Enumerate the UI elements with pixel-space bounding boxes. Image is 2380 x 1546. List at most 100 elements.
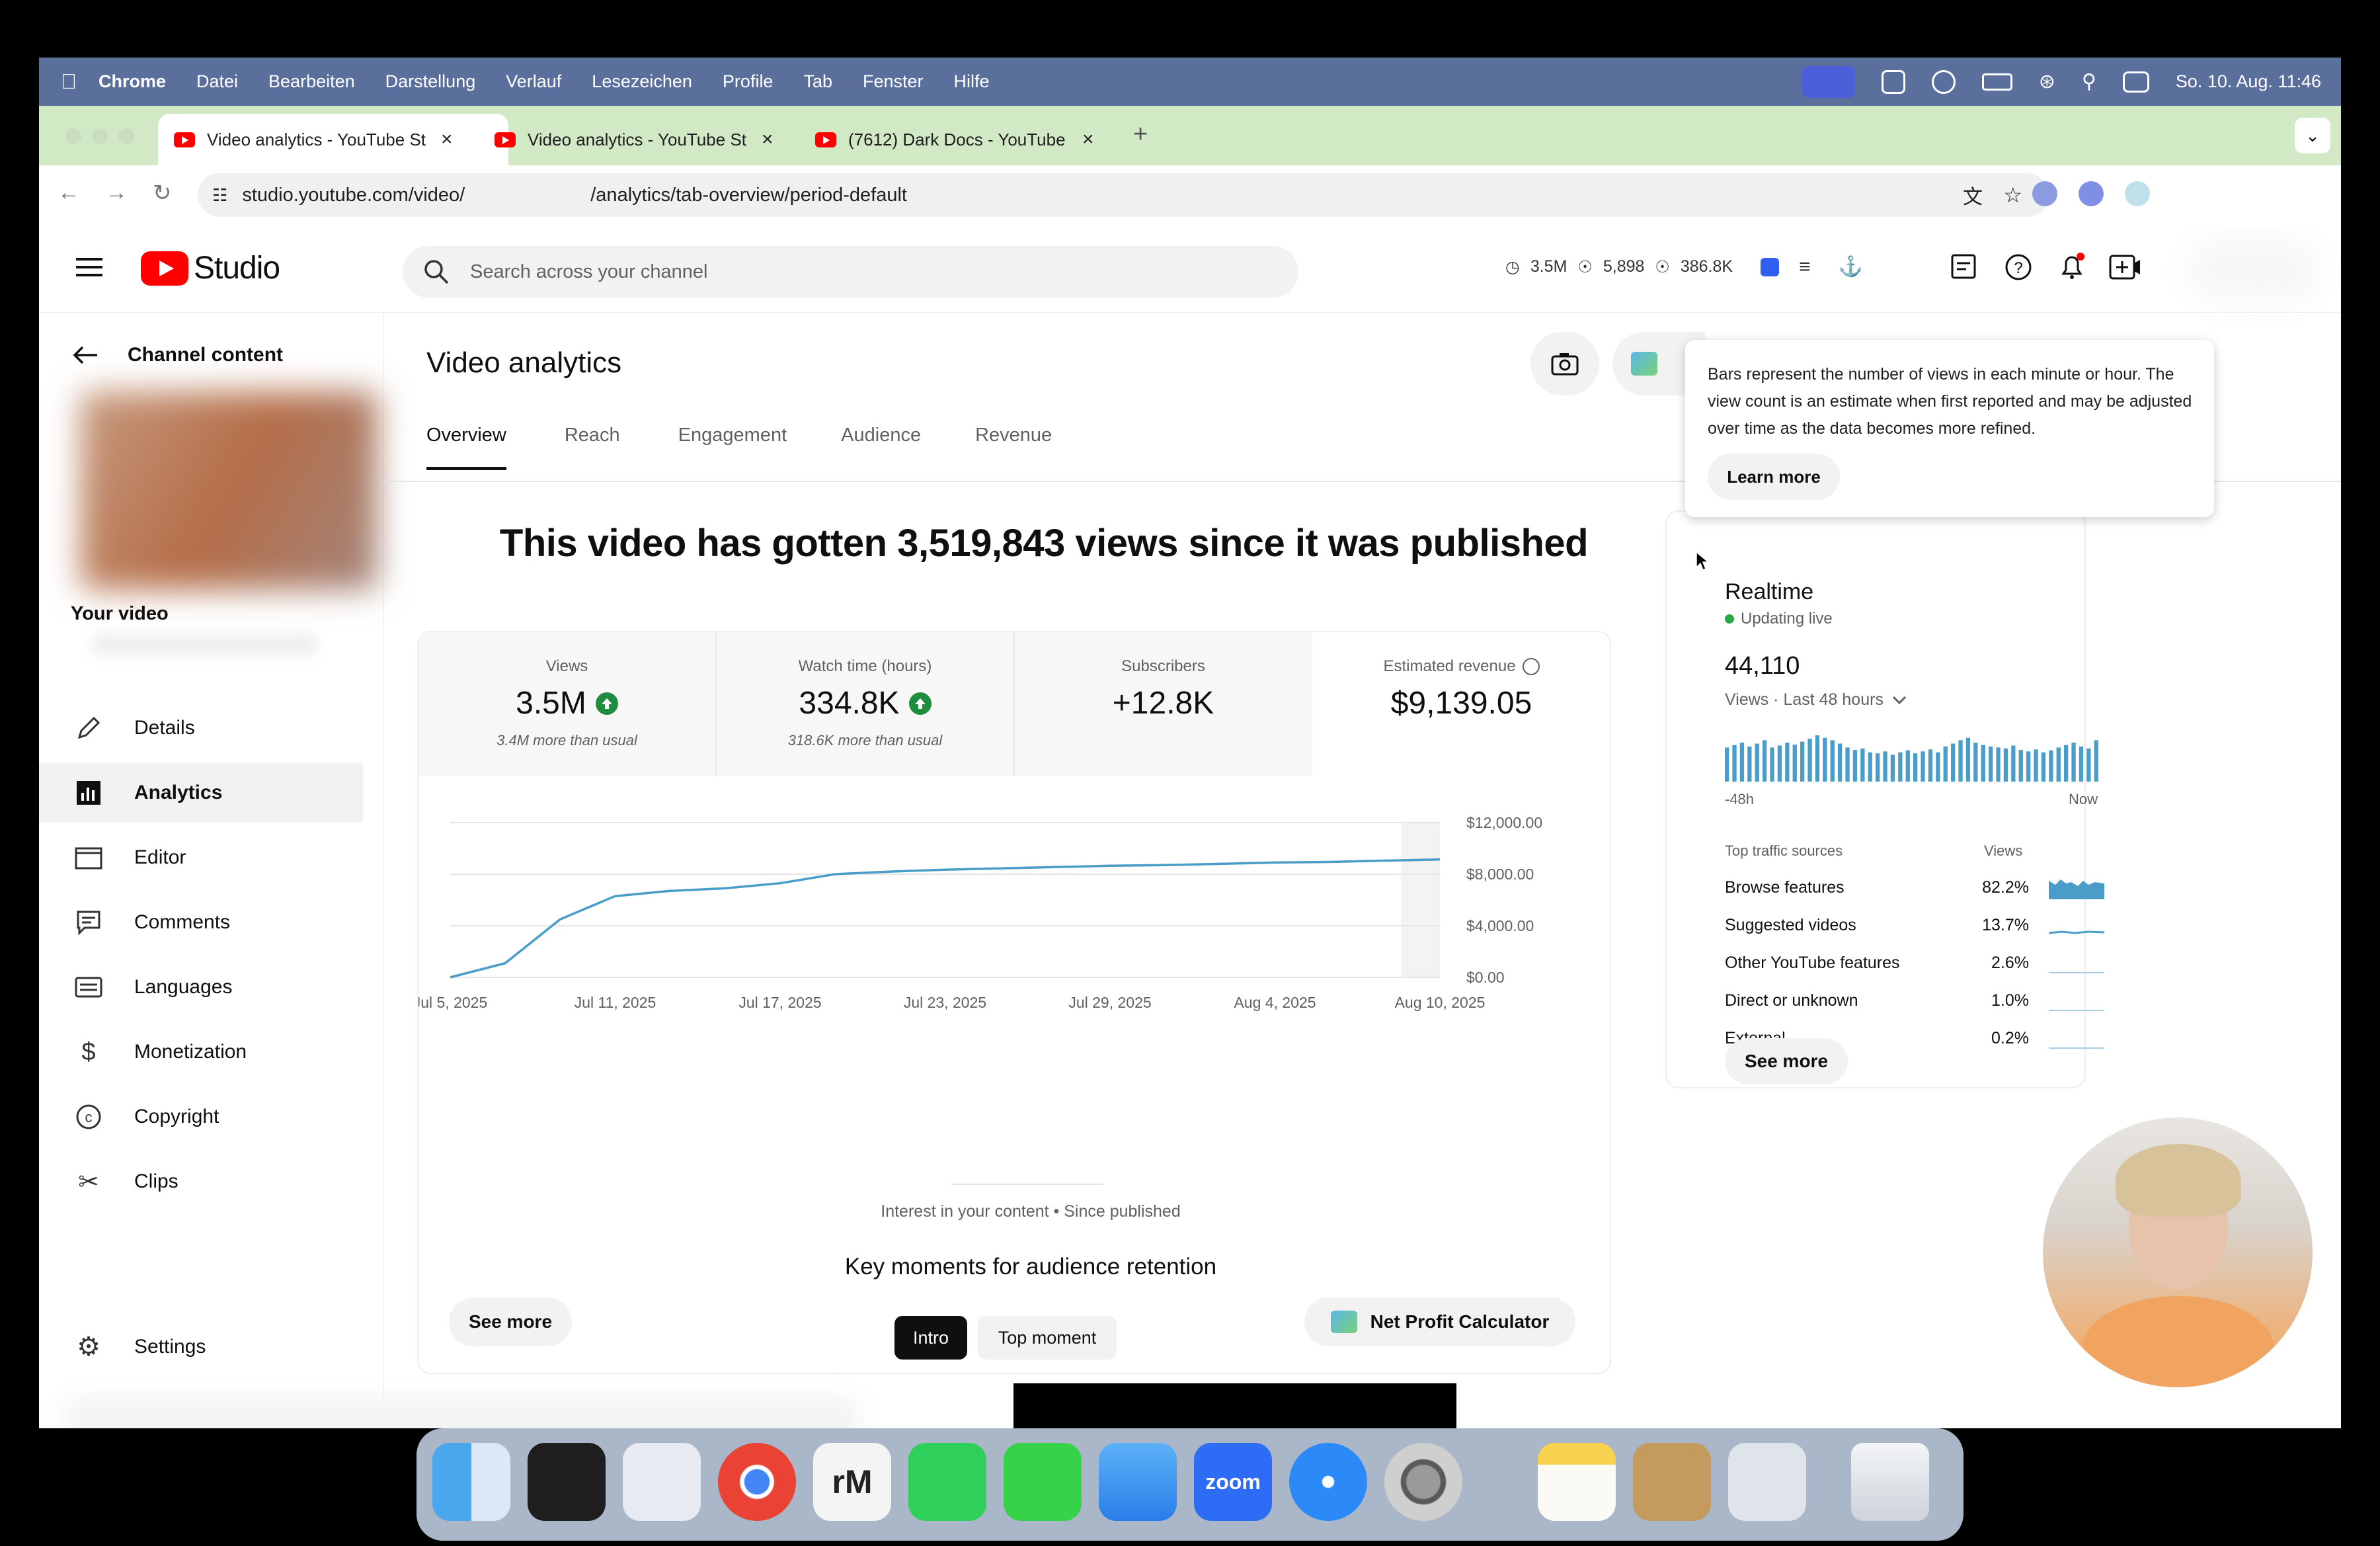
menu-item[interactable]: Hilfe — [954, 71, 990, 92]
notifications-bell-icon[interactable] — [2057, 251, 2087, 282]
tab-close-icon[interactable]: × — [1082, 128, 1094, 151]
safari-icon[interactable] — [1289, 1443, 1367, 1521]
sidebar-item-copyright[interactable]: c Copyright — [39, 1087, 363, 1147]
menu-item[interactable]: Tab — [803, 71, 832, 92]
back-arrow-icon[interactable]: ← — [58, 180, 80, 206]
tab-reach[interactable]: Reach — [565, 425, 620, 470]
tab-audience[interactable]: Audience — [841, 425, 921, 470]
studio-logo[interactable]: Studio — [141, 250, 280, 286]
remarkable-icon[interactable]: rM — [813, 1443, 891, 1521]
browser-tab[interactable]: Video analytics - YouTube St × — [158, 114, 508, 165]
extension-icon[interactable] — [2125, 181, 2150, 206]
launchpad-icon[interactable] — [623, 1443, 701, 1521]
metric-subscribers[interactable]: Subscribers +12.8K — [1015, 632, 1312, 774]
record-icon[interactable] — [1881, 69, 1905, 94]
mail-icon[interactable] — [1099, 1443, 1177, 1521]
see-more-button[interactable]: See more — [449, 1297, 572, 1346]
sidebar-item-clips[interactable]: ✂ Clips — [39, 1152, 363, 1211]
avatar[interactable] — [2188, 238, 2320, 304]
tab-close-icon[interactable]: × — [441, 128, 453, 151]
sidebar-item-editor[interactable]: Editor — [39, 828, 363, 887]
realtime-bar-chart[interactable] — [1725, 735, 2102, 782]
sidebar-item-settings[interactable]: ⚙ Settings — [39, 1317, 363, 1377]
revenue-line-chart[interactable]: $0.00 $4,000.00 $8,000.00 $12,000.00 Jul 5, … — [418, 784, 1610, 1022]
traffic-source-row[interactable]: Suggested videos 13.7% — [1725, 912, 2108, 938]
whatsapp-icon[interactable] — [908, 1443, 986, 1521]
window-close-button[interactable] — [65, 128, 81, 144]
realtime-see-more-button[interactable]: See more — [1725, 1038, 1848, 1084]
traffic-source-row[interactable]: Browse features 82.2% — [1725, 874, 2108, 901]
vidiq-icon[interactable] — [1761, 257, 1780, 276]
chrome-icon[interactable] — [718, 1443, 796, 1521]
browser-tab[interactable]: (7612) Dark Docs - YouTube × — [799, 114, 1150, 165]
window-minimize-button[interactable] — [92, 128, 108, 144]
reload-icon[interactable]: ↻ — [153, 180, 172, 206]
menu-item[interactable]: Verlauf — [506, 71, 561, 92]
traffic-source-row[interactable]: Other YouTube features 2.6% — [1725, 950, 2108, 976]
trophy-icon[interactable]: ⚓ — [1839, 255, 1863, 278]
wifi-icon[interactable]: ⊛ — [2039, 70, 2055, 93]
messages-icon[interactable] — [1004, 1443, 1082, 1521]
apple-icon[interactable]:  — [39, 69, 99, 94]
window-zoom-button[interactable] — [118, 128, 134, 144]
sidebar-item-monetization[interactable]: $ Monetization — [39, 1022, 363, 1082]
list-icon[interactable]: ≡ — [1799, 256, 1811, 278]
realtime-period-dropdown[interactable]: Views · Last 48 hours — [1725, 690, 1907, 710]
search-input[interactable]: Search across your channel — [403, 246, 1298, 298]
learn-more-button[interactable]: Learn more — [1708, 454, 1840, 500]
contacts-icon[interactable] — [1633, 1443, 1711, 1521]
menu-item[interactable]: Datei — [196, 71, 238, 92]
notes-icon[interactable] — [1538, 1443, 1616, 1521]
sidebar-item-details[interactable]: Details — [39, 698, 363, 758]
menu-item[interactable]: Bearbeiten — [268, 71, 355, 92]
trash-icon[interactable] — [1851, 1443, 1929, 1521]
create-video-icon[interactable] — [2108, 253, 2141, 282]
tab-revenue[interactable]: Revenue — [975, 425, 1052, 470]
tab-search-icon[interactable]: ⌄ — [2295, 118, 2330, 153]
chip-intro[interactable]: Intro — [894, 1316, 967, 1360]
screenshot-button[interactable] — [1530, 332, 1599, 395]
control-center-icon[interactable] — [2122, 71, 2149, 93]
channel-stats[interactable]: ◷ 3.5M ☉ 5,898 ☉ 386.8K ≡ ⚓ — [1505, 255, 1863, 278]
preview-icon[interactable] — [1728, 1443, 1806, 1521]
menu-item[interactable]: Profile — [723, 71, 774, 92]
battery-icon[interactable] — [1981, 73, 2012, 91]
tab-close-icon[interactable]: × — [762, 128, 774, 151]
chip-top-moment[interactable]: Top moment — [978, 1316, 1117, 1360]
metric-revenue[interactable]: Estimated revenue $9,139.05 — [1313, 632, 1610, 774]
browser-tab[interactable]: Video analytics - YouTube St × — [479, 114, 829, 165]
help-icon[interactable]: ? — [2004, 253, 2033, 282]
forward-arrow-icon[interactable]: → — [105, 180, 128, 206]
sidebar-item-analytics[interactable]: Analytics — [39, 763, 363, 823]
screen-share-icon[interactable] — [1802, 65, 1855, 98]
finder-icon[interactable] — [432, 1443, 510, 1521]
menu-item[interactable]: Lesezeichen — [592, 71, 692, 92]
menu-item[interactable]: Fenster — [863, 71, 924, 92]
menubar-clock[interactable]: So. 10. Aug. 11:46 — [2176, 71, 2321, 92]
info-clock-icon[interactable] — [1522, 658, 1540, 675]
spotlight-search-icon[interactable]: ⚲ — [2082, 70, 2096, 93]
menu-app-name[interactable]: Chrome — [99, 71, 166, 92]
feedback-icon[interactable] — [1950, 253, 1979, 282]
menu-item[interactable]: Darstellung — [385, 71, 476, 92]
translate-icon[interactable]: 文 — [1963, 181, 1983, 210]
zoom-icon[interactable]: zoom — [1194, 1443, 1272, 1521]
tab-engagement[interactable]: Engagement — [678, 425, 787, 470]
bookmark-star-icon[interactable]: ☆ — [2003, 183, 2022, 208]
net-profit-calculator-button[interactable]: Net Profit Calculator — [1304, 1297, 1575, 1346]
metric-watch-time[interactable]: Watch time (hours) 334.8K 318.6K more th… — [717, 632, 1013, 774]
widgets-icon[interactable] — [528, 1443, 606, 1521]
video-preview[interactable] — [1013, 1383, 1456, 1428]
grammarly-icon[interactable] — [1931, 69, 1956, 94]
tab-overview[interactable]: Overview — [426, 425, 506, 470]
metric-views[interactable]: Views 3.5M 3.4M more than usual — [418, 632, 715, 774]
extension-icon[interactable] — [2032, 181, 2057, 206]
site-info-icon[interactable]: ☷ — [212, 185, 227, 206]
channel-content-back[interactable]: Channel content — [72, 344, 283, 366]
traffic-source-row[interactable]: Direct or unknown 1.0% — [1725, 987, 2108, 1014]
sidebar-item-comments[interactable]: Comments — [39, 893, 363, 952]
video-thumbnail[interactable] — [80, 391, 377, 590]
system-settings-icon[interactable] — [1384, 1443, 1462, 1521]
hamburger-menu-icon[interactable] — [76, 257, 102, 278]
new-tab-icon[interactable]: + — [1133, 120, 1148, 149]
